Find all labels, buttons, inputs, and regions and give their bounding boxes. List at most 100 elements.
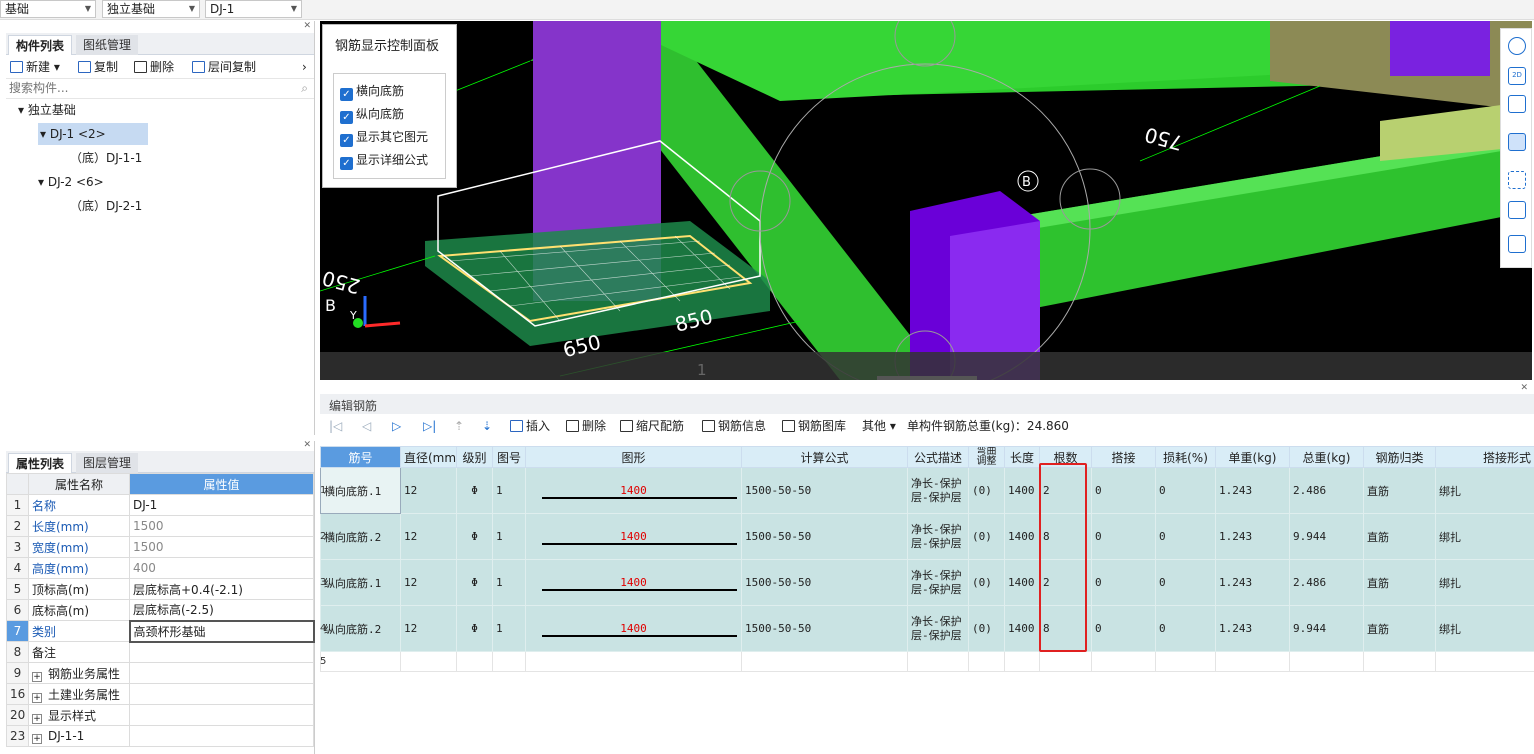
table-row-empty[interactable] — [320, 651, 1534, 672]
expand-icon[interactable]: + — [32, 671, 42, 682]
empty-cell[interactable] — [492, 651, 526, 672]
lap-form-cell[interactable]: 绑扎 — [1435, 467, 1534, 514]
empty-cell[interactable] — [525, 651, 742, 672]
loss-cell[interactable]: 0 — [1155, 605, 1216, 652]
table-row-group[interactable]: 20 + 显示样式 — [6, 704, 314, 726]
empty-cell[interactable] — [741, 651, 908, 672]
description-cell[interactable]: 净长-保护层-保护层 — [907, 605, 969, 652]
checkbox-vertical-bottom[interactable]: ✓ 纵向底筋 — [340, 105, 404, 124]
property-value[interactable]: DJ-1 — [129, 494, 314, 516]
description-cell[interactable]: 净长-保护层-保护层 — [907, 467, 969, 514]
close-icon[interactable]: ✕ — [320, 384, 1534, 394]
loss-cell[interactable]: 0 — [1155, 467, 1216, 514]
delete-button[interactable]: 删除 — [134, 59, 174, 75]
prev-icon[interactable]: ◁ — [362, 418, 371, 434]
grade-cell[interactable]: Φ — [456, 559, 493, 606]
category-cell[interactable]: 直筋 — [1363, 513, 1436, 560]
bend-cell[interactable]: (0) — [968, 467, 1005, 514]
length-cell[interactable]: 1400 — [1004, 513, 1040, 560]
table-row[interactable]: 横向底筋.2 12 Φ 1 1400 1500-50-50 净长-保护层-保护层… — [320, 513, 1534, 560]
rebar-name-cell[interactable]: 纵向底筋.2 — [320, 605, 401, 652]
empty-cell[interactable] — [1155, 651, 1216, 672]
empty-cell[interactable] — [1091, 651, 1156, 672]
empty-cell[interactable] — [1004, 651, 1040, 672]
table-row[interactable]: 4 高度(mm) 400 — [6, 557, 314, 579]
floor-copy-button[interactable]: 层间复制 — [192, 59, 256, 75]
orbit-icon[interactable] — [1508, 37, 1526, 55]
rebar-name-cell[interactable]: 纵向底筋.1 — [320, 559, 401, 606]
next-icon[interactable]: ▷ — [392, 418, 401, 434]
tab-drawing-manage[interactable]: 图纸管理 — [76, 35, 139, 55]
lap-form-cell[interactable]: 绑扎 — [1435, 559, 1534, 606]
close-icon[interactable]: ✕ — [6, 21, 314, 33]
total-weight-cell[interactable]: 2.486 — [1289, 559, 1364, 606]
component-type-select[interactable]: 独立基础 ▼ — [102, 0, 200, 18]
move-down-icon[interactable]: ⇣ — [482, 418, 492, 434]
tree-node-dj2-1[interactable]: （底）DJ-2-1 — [70, 195, 142, 217]
table-row-group[interactable]: 23 + DJ-1-1 — [6, 725, 314, 747]
property-value[interactable]: 1500 — [129, 536, 314, 558]
length-cell[interactable]: 1400 — [1004, 559, 1040, 606]
unit-weight-cell[interactable]: 1.243 — [1215, 559, 1290, 606]
expand-icon[interactable]: + — [32, 692, 42, 703]
lap-cell[interactable]: 0 — [1091, 513, 1156, 560]
empty-cell[interactable] — [456, 651, 493, 672]
checkbox-horizontal-bottom[interactable]: ✓ 横向底筋 — [340, 82, 404, 101]
tree-node-root[interactable]: ▾ 独立基础 — [18, 99, 76, 121]
diameter-cell[interactable]: 12 — [400, 605, 457, 652]
shape-cell[interactable]: 1400 — [525, 605, 742, 652]
tab-property-list[interactable]: 属性列表 — [8, 453, 73, 473]
cube-view-icon[interactable] — [1508, 95, 1526, 113]
table-row-group[interactable]: 9 + 钢筋业务属性 — [6, 662, 314, 684]
lap-cell[interactable]: 0 — [1091, 467, 1156, 514]
table-row[interactable]: 纵向底筋.1 12 Φ 1 1400 1500-50-50 净长-保护层-保护层… — [320, 559, 1534, 606]
figure-cell[interactable]: 1 — [492, 467, 526, 514]
table-row[interactable]: 2 长度(mm) 1500 — [6, 515, 314, 537]
lap-form-cell[interactable]: 绑扎 — [1435, 605, 1534, 652]
empty-cell[interactable] — [1039, 651, 1092, 672]
description-cell[interactable]: 净长-保护层-保护层 — [907, 513, 969, 560]
total-weight-cell[interactable]: 2.486 — [1289, 467, 1364, 514]
length-cell[interactable]: 1400 — [1004, 467, 1040, 514]
copy-button[interactable]: 复制 — [78, 59, 118, 75]
empty-cell[interactable] — [400, 651, 457, 672]
figure-cell[interactable]: 1 — [492, 513, 526, 560]
close-icon[interactable]: ✕ — [6, 441, 314, 451]
figure-cell[interactable]: 1 — [492, 605, 526, 652]
checkbox-show-formula[interactable]: ✓ 显示详细公式 — [340, 151, 428, 170]
length-cell[interactable]: 1400 — [1004, 605, 1040, 652]
bend-cell[interactable]: (0) — [968, 605, 1005, 652]
3d-cube-icon[interactable] — [1508, 133, 1526, 151]
unit-weight-cell[interactable]: 1.243 — [1215, 467, 1290, 514]
lap-form-cell[interactable]: 绑扎 — [1435, 513, 1534, 560]
more-icon[interactable]: › — [302, 59, 307, 75]
diameter-cell[interactable]: 12 — [400, 467, 457, 514]
formula-cell[interactable]: 1500-50-50 — [741, 559, 908, 606]
formula-cell[interactable]: 1500-50-50 — [741, 467, 908, 514]
bend-cell[interactable]: (0) — [968, 513, 1005, 560]
category-cell[interactable]: 直筋 — [1363, 467, 1436, 514]
last-icon[interactable]: ▷| — [423, 418, 436, 434]
grade-cell[interactable]: Φ — [456, 467, 493, 514]
table-row[interactable]: 8 备注 — [6, 641, 314, 663]
tree-node-dj1[interactable]: ▾ DJ-1 <2> — [38, 123, 148, 145]
first-icon[interactable]: |◁ — [329, 418, 342, 434]
lap-cell[interactable]: 0 — [1091, 605, 1156, 652]
rebar-info-button[interactable]: 钢筋信息 — [702, 418, 766, 434]
empty-cell[interactable] — [1363, 651, 1436, 672]
grade-cell[interactable]: Φ — [456, 605, 493, 652]
formula-cell[interactable]: 1500-50-50 — [741, 605, 908, 652]
table-row[interactable]: 横向底筋.1 12 Φ 1 1400 1500-50-50 净长-保护层-保护层… — [320, 467, 1534, 514]
table-row[interactable]: 6 底标高(m) 层底标高(-2.5) — [6, 599, 314, 621]
delete-row-button[interactable]: 删除 — [566, 418, 606, 434]
box-select-icon[interactable] — [1508, 201, 1526, 219]
property-value[interactable] — [129, 641, 314, 663]
expand-icon[interactable]: + — [32, 713, 42, 724]
move-up-icon[interactable]: ⇡ — [454, 418, 464, 434]
property-value[interactable]: 层底标高(-2.5) — [129, 599, 314, 621]
2d-view-icon[interactable]: 2D — [1508, 67, 1526, 85]
shape-cell[interactable]: 1400 — [525, 467, 742, 514]
total-weight-cell[interactable]: 9.944 — [1289, 513, 1364, 560]
loss-cell[interactable]: 0 — [1155, 559, 1216, 606]
table-row[interactable]: 纵向底筋.2 12 Φ 1 1400 1500-50-50 净长-保护层-保护层… — [320, 605, 1534, 652]
